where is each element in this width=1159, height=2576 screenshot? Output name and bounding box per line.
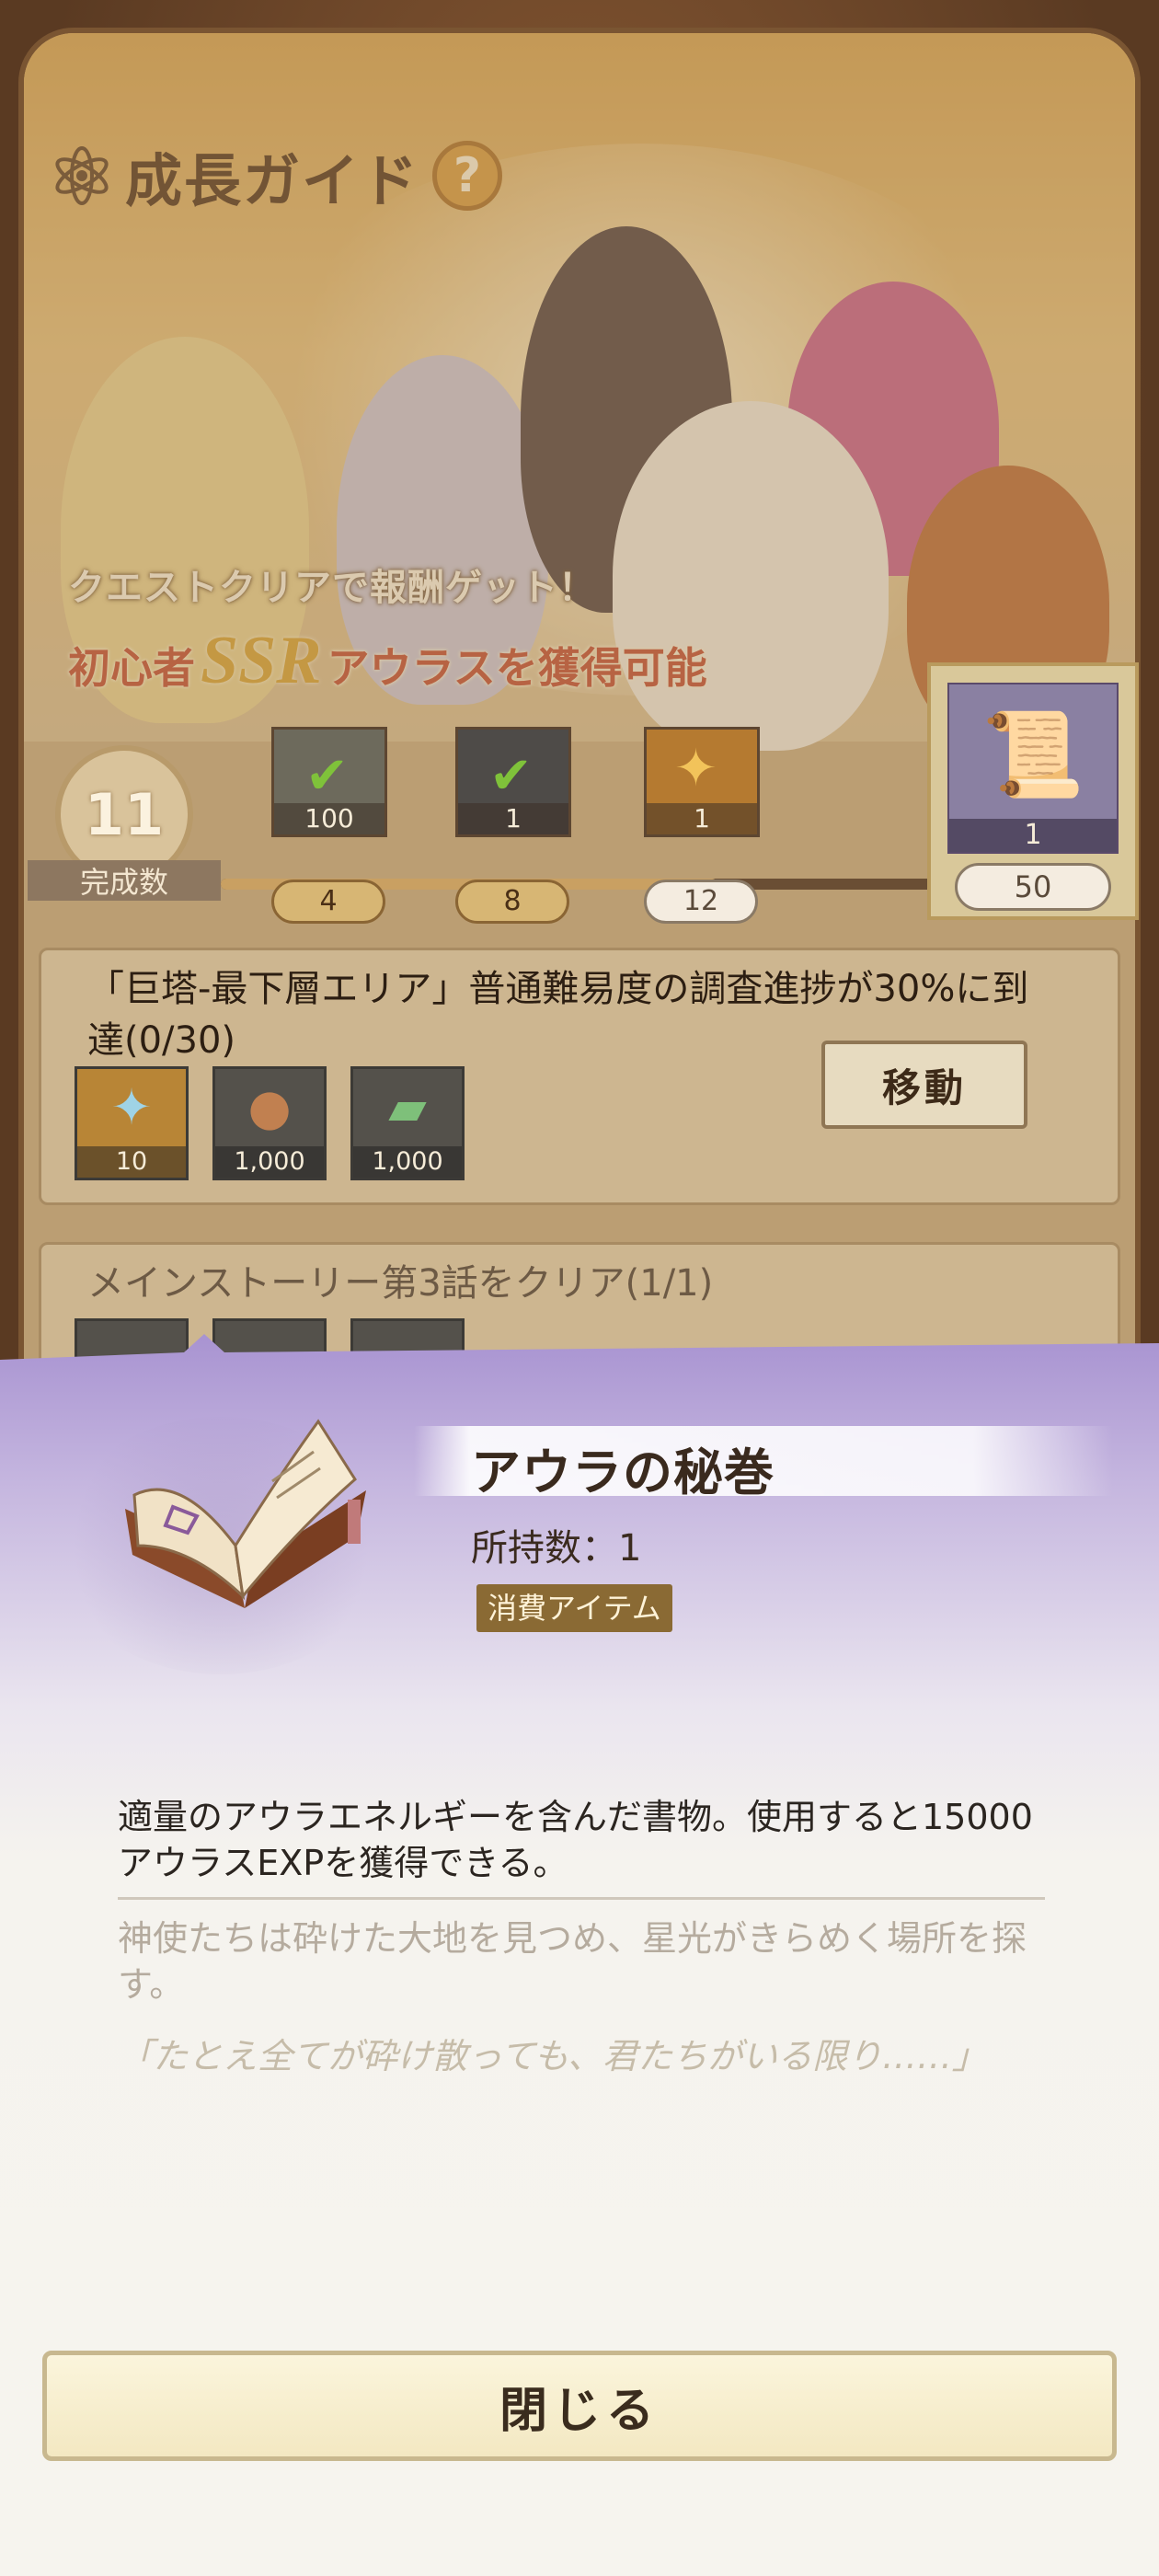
- reward-quantity: 1,000: [353, 1146, 462, 1178]
- milestone-threshold: 50: [955, 863, 1111, 911]
- move-button[interactable]: 移動: [821, 1041, 1027, 1129]
- gift-icon: ✦: [674, 739, 717, 799]
- check-icon: ✔: [489, 746, 533, 806]
- item-detail-sheet: アウラの秘巻 所持数：1 消費アイテム 適量のアウラエネルギーを含んだ書物。使用…: [0, 1334, 1159, 2576]
- reward-quantity: 100: [274, 803, 384, 834]
- featured-reward[interactable]: 📜 1 50: [927, 662, 1139, 920]
- quest-card: 「巨塔-最下層エリア」普通難易度の調査進捗が30%に到達(0/30) ✦ 10 …: [39, 948, 1120, 1205]
- milestone-threshold: 8: [455, 880, 569, 924]
- coin-icon: ●: [247, 1078, 292, 1136]
- reward-slot[interactable]: ● 1,000: [212, 1066, 327, 1180]
- item-flavor-text: 神使たちは砕けた大地を見つめ、星光がきらめく場所を探す。: [118, 1918, 1027, 2005]
- milestone-threshold: 12: [644, 880, 758, 924]
- owned-count: 所持数：1: [471, 1518, 641, 1571]
- divider: [118, 1897, 1045, 1900]
- owned-label: 所持数：: [471, 1527, 618, 1570]
- item-quote: 「たとえ全てが砕け散っても、君たちがいる限り……」: [118, 2036, 988, 2076]
- completed-label: 完成数: [28, 860, 221, 901]
- scroll-icon: 📜: [981, 706, 1085, 803]
- milestone-track: 11 完成数 ✔ 100 4 ✔ 1 8 ✦ 1 12 1 16 📜 1: [28, 662, 1139, 924]
- reward-quantity: 1: [458, 803, 568, 834]
- reward-quantity: 10: [77, 1146, 186, 1178]
- item-name: アウラの秘巻: [471, 1443, 775, 1501]
- scroll-reward-art: 📜 1: [947, 683, 1119, 854]
- reward-slot[interactable]: ▰ 1,000: [350, 1066, 465, 1180]
- reward-slot[interactable]: ✔ 1: [455, 727, 571, 837]
- milestone-threshold: 4: [271, 880, 385, 924]
- owned-value: 1: [618, 1527, 642, 1570]
- reward-slot[interactable]: ✦ 1: [644, 727, 760, 837]
- item-type-badge: 消費アイテム: [476, 1584, 672, 1632]
- quest-title: メインストーリー第3話をクリア(1/1): [87, 1262, 714, 1305]
- reward-slot[interactable]: ✔ 100: [271, 727, 387, 837]
- star-icon: ✦: [110, 1078, 153, 1136]
- reward-quantity: 1,000: [215, 1146, 324, 1178]
- reward-slot[interactable]: ✦ 10: [75, 1066, 189, 1180]
- item-description: 適量のアウラエネルギーを含んだ書物。使用すると15000アウラスEXPを獲得でき…: [118, 1797, 1033, 1883]
- open-book-icon: [125, 1419, 366, 1608]
- reward-quantity: 1: [949, 819, 1117, 852]
- reward-quantity: 1: [647, 803, 757, 834]
- close-button[interactable]: 閉じる: [42, 2351, 1117, 2461]
- quest-rewards: ✦ 10 ● 1,000 ▰ 1,000: [75, 1066, 465, 1180]
- book-icon: ▰: [388, 1078, 427, 1136]
- check-icon: ✔: [305, 746, 349, 806]
